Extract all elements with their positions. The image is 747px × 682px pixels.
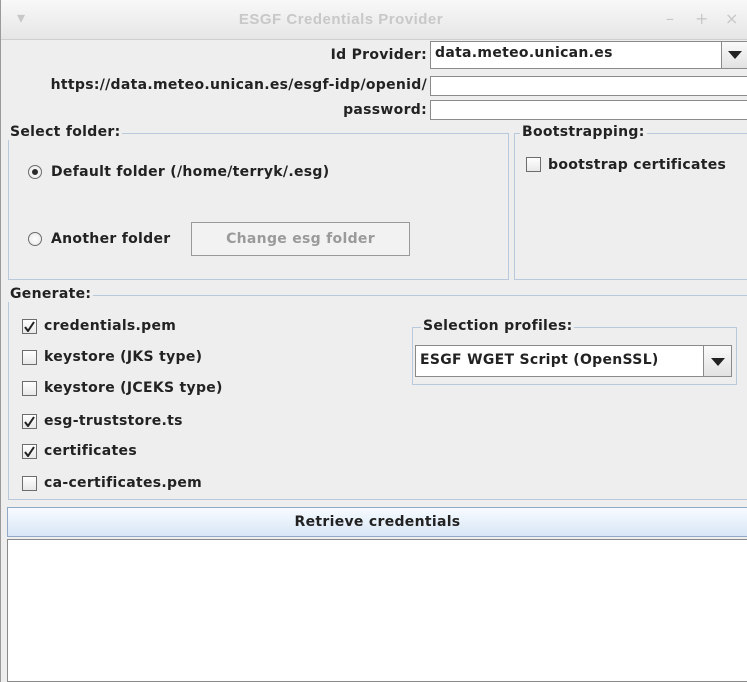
change-esg-folder-label: Change esg folder [226,231,375,247]
close-icon[interactable]: × [725,9,739,28]
bootstrapping-group [514,133,747,280]
credentials-pem-checkbox[interactable] [22,319,37,334]
default-folder-radio[interactable] [28,165,42,179]
ca-certificates-checkbox[interactable] [22,476,37,491]
minimize-icon[interactable]: – [666,9,674,28]
output-textarea[interactable] [7,539,747,682]
select-folder-group [8,133,509,280]
openid-input[interactable] [430,76,747,96]
checkmark-icon [24,416,35,427]
selection-profile-dropdown-button[interactable] [703,346,731,376]
checkmark-icon [24,321,35,332]
selection-profiles-title: Selection profiles: [421,318,575,334]
generate-option-label[interactable]: certificates [44,443,137,459]
openid-label: https://data.meteo.unican.es/esgf-idp/op… [50,77,427,93]
chevron-down-icon [728,51,742,59]
esg-truststore-checkbox[interactable] [22,414,37,429]
generate-title: Generate: [8,286,94,302]
selection-profile-select[interactable]: ESGF WGET Script (OpenSSL) [415,345,732,377]
id-provider-dropdown-button[interactable] [721,42,747,68]
retrieve-credentials-label: Retrieve credentials [294,514,461,530]
password-label: password: [343,102,427,118]
window-title: ESGF Credentials Provider [238,11,444,28]
generate-option-label[interactable]: credentials.pem [44,318,176,334]
change-esg-folder-button[interactable]: Change esg folder [191,222,410,256]
generate-option-label[interactable]: keystore (JKS type) [44,349,202,365]
select-folder-title: Select folder: [8,124,123,140]
id-provider-label: Id Provider: [330,47,427,63]
title-bar: ▾ ESGF Credentials Provider – + × [1,0,747,40]
checkmark-icon [24,446,35,457]
password-input[interactable] [430,100,747,120]
another-folder-radio[interactable] [28,232,42,246]
selection-profile-value: ESGF WGET Script (OpenSSL) [420,352,659,368]
chevron-down-icon [711,358,725,366]
keystore-jks-checkbox[interactable] [22,350,37,365]
generate-option-label[interactable]: ca-certificates.pem [44,475,202,491]
bootstrap-certificates-label[interactable]: bootstrap certificates [548,157,726,173]
retrieve-credentials-button[interactable]: Retrieve credentials [7,507,747,537]
keystore-jceks-checkbox[interactable] [22,381,37,396]
default-folder-label[interactable]: Default folder (/home/terryk/.esg) [51,164,329,180]
app-window: ▾ ESGF Credentials Provider – + × Id Pro… [0,0,747,682]
id-provider-select[interactable]: data.meteo.unican.es [430,41,747,69]
maximize-icon[interactable]: + [695,9,709,28]
bootstrap-certificates-checkbox[interactable] [526,157,541,172]
bootstrapping-title: Bootstrapping: [520,124,647,140]
another-folder-label[interactable]: Another folder [51,231,170,247]
certificates-checkbox[interactable] [22,444,37,459]
generate-option-label[interactable]: keystore (JCEKS type) [44,380,223,396]
generate-option-label[interactable]: esg-truststore.ts [44,413,183,429]
id-provider-value: data.meteo.unican.es [435,45,613,61]
